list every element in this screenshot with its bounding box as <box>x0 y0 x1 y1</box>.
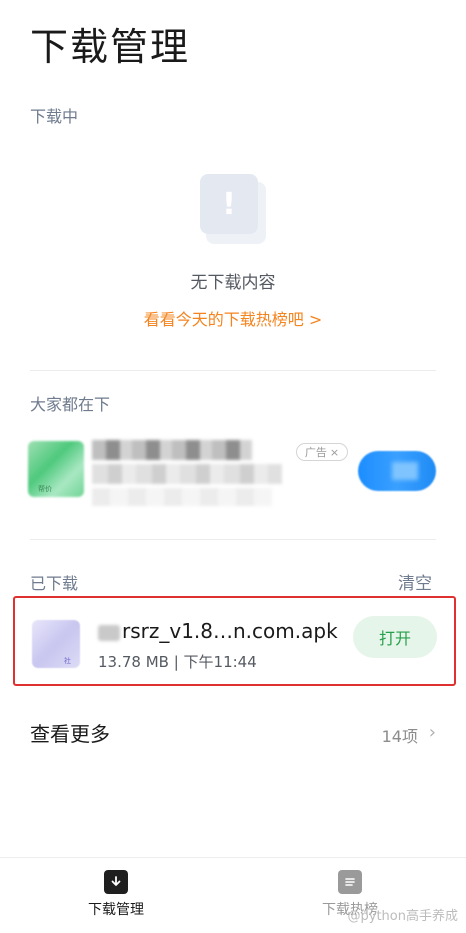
view-more-count: 14项 <box>381 727 418 746</box>
download-chart-link[interactable]: 看看今天的下载热榜吧 > <box>0 306 466 330</box>
popular-app-badge: 帮价 <box>38 485 52 493</box>
downloading-section-label: 下载中 <box>30 107 79 126</box>
ad-badge-label: 广告 <box>304 446 327 459</box>
list-icon <box>338 870 362 894</box>
empty-state-text: 无下载内容 <box>190 273 276 293</box>
view-more-label: 查看更多 <box>30 722 110 746</box>
tab-download-manager[interactable]: 下载管理 <box>56 870 176 919</box>
page-title: 下载管理 <box>30 25 191 69</box>
file-meta: 13.78 MB | 下午11:44 <box>98 653 257 671</box>
empty-state-icon: ! <box>200 174 266 244</box>
popular-app-action-label-blurred <box>392 462 418 480</box>
divider <box>30 539 436 540</box>
popular-app-title-blurred <box>92 440 252 460</box>
tab-label: 下载管理 <box>88 902 144 918</box>
divider <box>30 370 436 371</box>
app-icon-tag: 社 <box>64 657 71 665</box>
download-icon <box>104 870 128 894</box>
ad-close-icon[interactable]: × <box>330 446 339 459</box>
file-name-blurred-prefix <box>98 625 120 641</box>
chevron-right-icon: › <box>428 722 436 743</box>
view-more-row[interactable]: 查看更多 14项 › <box>30 718 436 750</box>
popular-section-label: 大家都在下 <box>30 395 111 414</box>
clear-button[interactable]: 清空 <box>398 569 432 594</box>
popular-app-desc-blurred <box>92 464 282 484</box>
watermark: @python高手养成 <box>347 909 458 924</box>
file-name: rsrz_v1.8…n.com.apk <box>122 619 338 643</box>
exclamation-icon: ! <box>200 174 258 234</box>
app-icon <box>32 620 80 668</box>
popular-app-desc-blurred <box>92 488 272 506</box>
popular-app-icon[interactable] <box>28 441 84 497</box>
downloaded-section-label: 已下载 <box>30 574 79 593</box>
ad-badge[interactable]: 广告 × <box>296 443 348 461</box>
open-button[interactable]: 打开 <box>353 616 437 658</box>
